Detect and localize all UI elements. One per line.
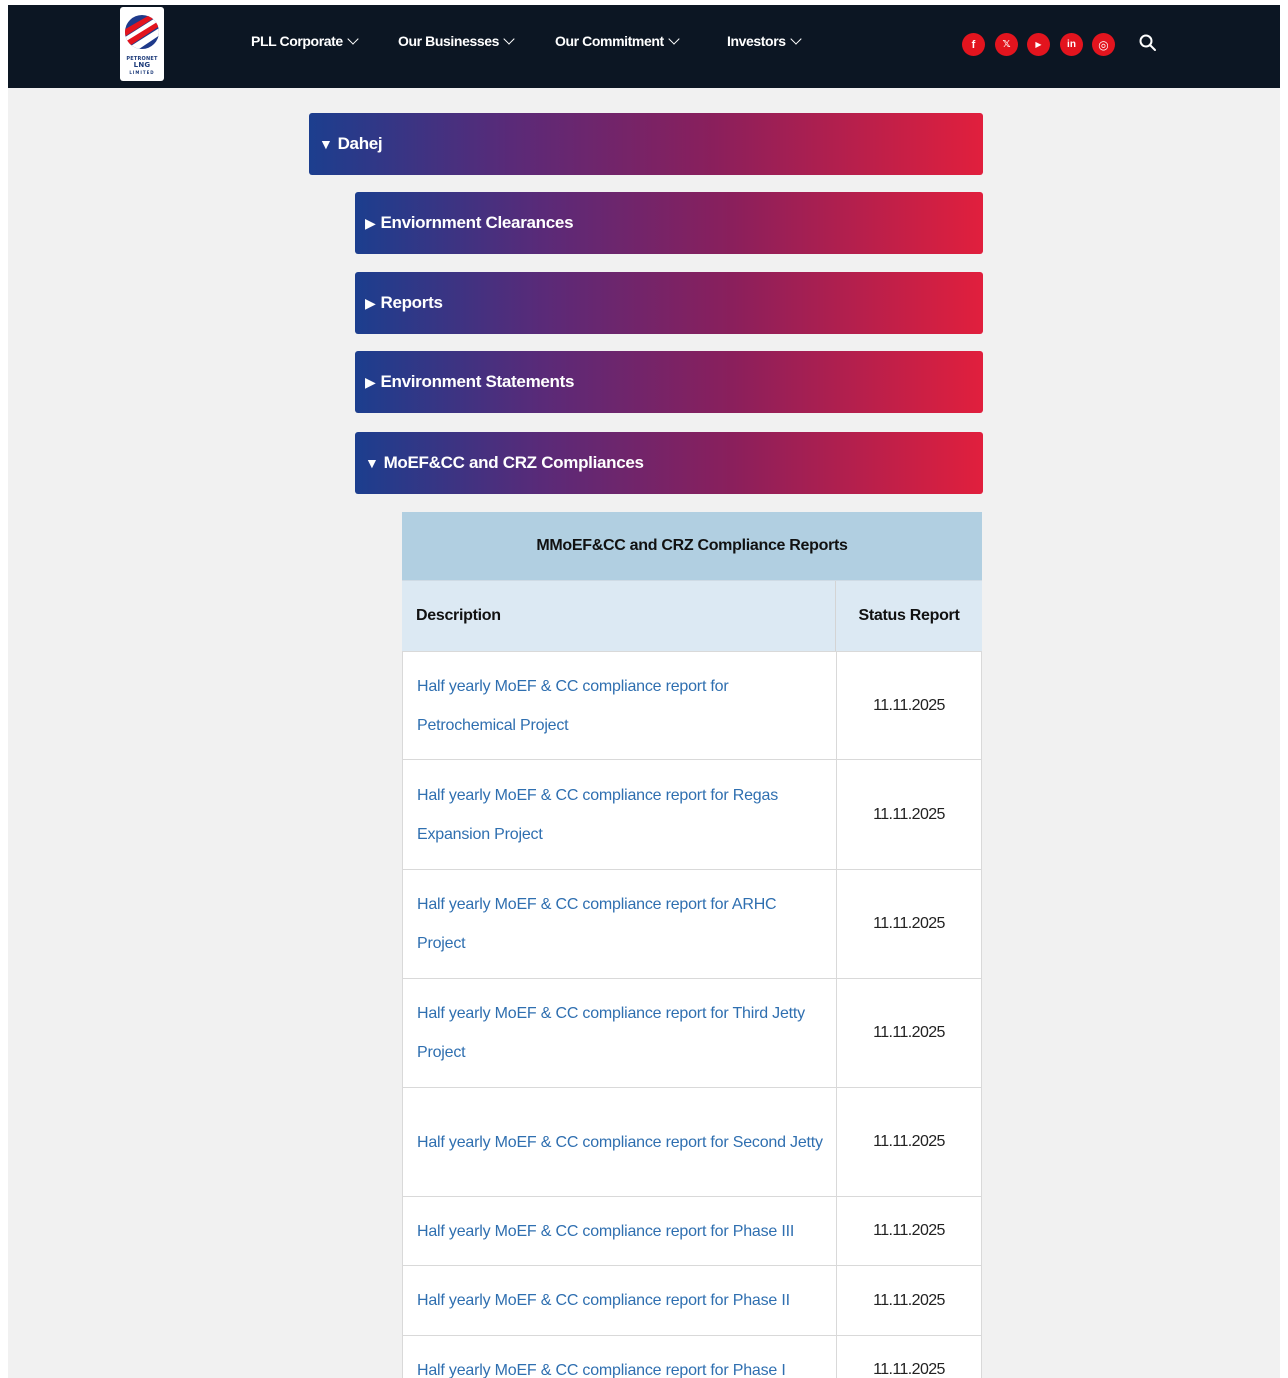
column-header-description: Description bbox=[402, 581, 836, 651]
nav-our-businesses[interactable]: Our Businesses bbox=[398, 33, 515, 53]
nav-pll-corporate[interactable]: PLL Corporate bbox=[251, 33, 359, 53]
instagram-icon[interactable]: ◎ bbox=[1092, 33, 1115, 56]
report-link[interactable]: Half yearly MoEF & CC compliance report … bbox=[417, 994, 826, 1072]
report-link[interactable]: Half yearly MoEF & CC compliance report … bbox=[417, 1281, 790, 1320]
table-row: Half yearly MoEF & CC compliance report … bbox=[402, 1087, 982, 1196]
table-row: Half yearly MoEF & CC compliance report … bbox=[402, 1335, 982, 1378]
nav-label: Investors bbox=[727, 33, 786, 49]
caret-right-icon: ▶ bbox=[365, 214, 376, 231]
status-date: 11.11.2025 bbox=[873, 1222, 945, 1239]
report-link[interactable]: Half yearly MoEF & CC compliance report … bbox=[417, 776, 826, 854]
table-row: Half yearly MoEF & CC compliance report … bbox=[402, 978, 982, 1087]
accordion-dahej[interactable]: ▼ Dahej bbox=[309, 113, 983, 175]
status-date: 11.11.2025 bbox=[873, 696, 945, 714]
nav-label: PLL Corporate bbox=[251, 33, 343, 49]
logo-subtitle: LIMITED bbox=[129, 70, 155, 75]
x-twitter-icon[interactable]: 𝕏 bbox=[995, 33, 1018, 56]
accordion-environment-statements[interactable]: ▶ Environment Statements bbox=[355, 351, 983, 413]
accordion-reports[interactable]: ▶ Reports bbox=[355, 272, 983, 334]
caret-right-icon: ▶ bbox=[365, 373, 376, 390]
chevron-down-icon bbox=[789, 33, 802, 45]
nav-investors[interactable]: Investors bbox=[727, 33, 802, 53]
table-caption: MMoEF&CC and CRZ Compliance Reports bbox=[402, 512, 982, 580]
table-row: Half yearly MoEF & CC compliance report … bbox=[402, 759, 982, 869]
status-date: 11.11.2025 bbox=[873, 1024, 945, 1041]
chevron-down-icon bbox=[503, 33, 515, 45]
linkedin-icon[interactable]: in bbox=[1060, 33, 1083, 56]
table-header-row: Description Status Report bbox=[402, 580, 982, 651]
caret-right-icon: ▶ bbox=[365, 294, 376, 311]
status-date: 11.11.2025 bbox=[873, 1361, 945, 1378]
accordion-label: Reports bbox=[380, 293, 443, 312]
report-link[interactable]: Half yearly MoEF & CC compliance report … bbox=[417, 1123, 823, 1162]
status-date: 11.11.2025 bbox=[873, 1291, 945, 1309]
report-link[interactable]: Half yearly MoEF & CC compliance report … bbox=[417, 1212, 794, 1251]
report-link[interactable]: Half yearly MoEF & CC compliance report … bbox=[417, 667, 826, 745]
accordion-moefcc-crz-compliances[interactable]: ▼ MoEF&CC and CRZ Compliances bbox=[355, 432, 983, 494]
chevron-down-icon bbox=[347, 33, 359, 45]
table-row: Half yearly MoEF & CC compliance report … bbox=[402, 869, 982, 978]
nav-label: Our Commitment bbox=[555, 33, 664, 49]
youtube-icon[interactable]: ▶ bbox=[1027, 33, 1050, 56]
chevron-down-icon bbox=[668, 33, 680, 45]
accordion-label: Dahej bbox=[337, 134, 383, 153]
status-date: 11.11.2025 bbox=[873, 805, 945, 823]
logo-emblem-icon bbox=[125, 15, 159, 49]
table-row: Half yearly MoEF & CC compliance report … bbox=[402, 651, 982, 759]
status-date: 11.11.2025 bbox=[873, 915, 945, 932]
facebook-icon[interactable]: f bbox=[962, 33, 985, 56]
accordion-label: Enviornment Clearances bbox=[380, 213, 574, 232]
page: PETRONET LNG LIMITED PLL Corporate Our Bu… bbox=[8, 5, 1280, 1378]
accordion-label: Environment Statements bbox=[380, 372, 575, 391]
top-navigation-bar: PETRONET LNG LIMITED PLL Corporate Our Bu… bbox=[8, 5, 1280, 88]
compliance-reports-table: MMoEF&CC and CRZ Compliance Reports Desc… bbox=[402, 512, 982, 1378]
accordion-label: MoEF&CC and CRZ Compliances bbox=[383, 453, 644, 472]
accordion-environment-clearances[interactable]: ▶ Enviornment Clearances bbox=[355, 192, 983, 254]
table-row: Half yearly MoEF & CC compliance report … bbox=[402, 1196, 982, 1265]
status-date: 11.11.2025 bbox=[873, 1133, 945, 1150]
report-link[interactable]: Half yearly MoEF & CC compliance report … bbox=[417, 885, 826, 963]
nav-our-commitment[interactable]: Our Commitment bbox=[555, 33, 680, 53]
caret-down-icon: ▼ bbox=[319, 136, 333, 152]
petronet-lng-logo[interactable]: PETRONET LNG LIMITED bbox=[120, 7, 164, 81]
search-icon[interactable] bbox=[1138, 33, 1158, 53]
report-link[interactable]: Half yearly MoEF & CC compliance report … bbox=[417, 1351, 786, 1378]
column-header-status-report: Status Report bbox=[858, 607, 960, 624]
caret-down-icon: ▼ bbox=[365, 455, 379, 471]
table-row: Half yearly MoEF & CC compliance report … bbox=[402, 1265, 982, 1335]
nav-label: Our Businesses bbox=[398, 33, 499, 49]
logo-wordmark: PETRONET LNG bbox=[126, 56, 158, 69]
